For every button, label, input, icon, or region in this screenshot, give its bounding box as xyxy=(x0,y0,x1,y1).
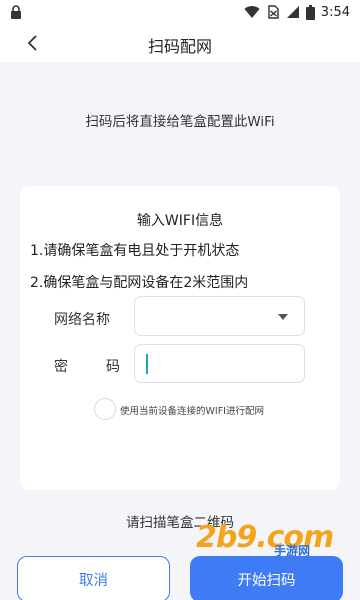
page-title: 扫码配网 xyxy=(147,37,212,56)
watermark-text: 2b9.com xyxy=(196,520,334,555)
lock-icon xyxy=(11,5,21,19)
use-current-wifi-radio[interactable] xyxy=(94,398,116,420)
form-title: 输入WIFI信息 xyxy=(136,213,224,229)
password-label-char-2: 码 xyxy=(106,359,120,375)
text-cursor xyxy=(146,354,148,374)
cancel-button[interactable]: 取消 xyxy=(17,556,170,600)
watermark-logo: 2b9.com 手游网 xyxy=(196,520,336,560)
password-label-char-1: 密 xyxy=(54,359,68,375)
password-label: 密 码 xyxy=(54,356,120,376)
status-icons: 3:54 xyxy=(244,4,350,20)
password-input[interactable] xyxy=(134,344,305,383)
ssid-select[interactable] xyxy=(134,296,305,336)
wifi-form-card: 输入WIFI信息 1.请确保笔盒有电且处于开机状态 2.确保笔盒与配网设备在2米… xyxy=(20,186,340,490)
tip-power-on: 1.请确保笔盒有电且处于开机状态 xyxy=(30,243,240,259)
battery-icon xyxy=(305,4,315,20)
signal-icon xyxy=(286,6,299,18)
tip-distance: 2.确保笔盒与配网设备在2米范围内 xyxy=(30,275,249,291)
status-bar: 3:54 xyxy=(0,0,360,24)
no-sim-icon xyxy=(268,5,279,19)
wifi-icon xyxy=(244,6,260,19)
dropdown-caret-icon xyxy=(278,314,288,320)
ssid-label: 网络名称 xyxy=(54,312,110,328)
use-current-wifi-label[interactable]: 使用当前设备连接的WIFI进行配网 xyxy=(120,403,264,417)
status-time: 3:54 xyxy=(320,4,350,20)
intro-text: 扫码后将直接给笔盒配置此WiFi xyxy=(85,114,275,130)
start-scan-button[interactable]: 开始扫码 xyxy=(190,556,343,600)
app-bar: 扫码配网 xyxy=(0,24,360,62)
